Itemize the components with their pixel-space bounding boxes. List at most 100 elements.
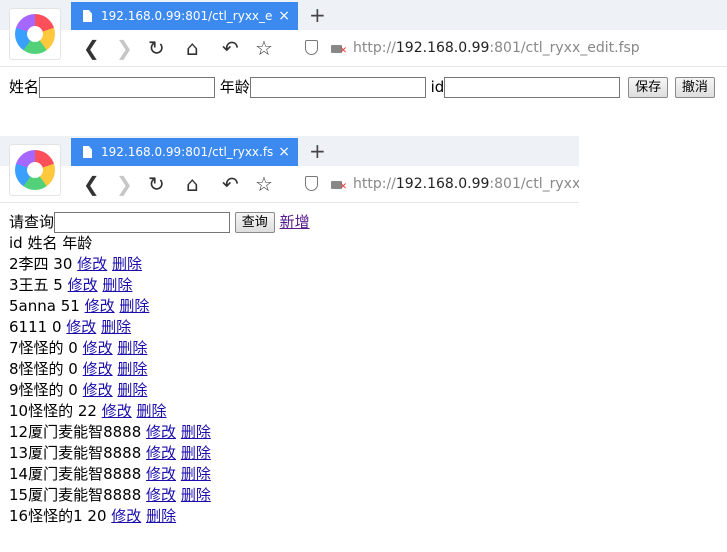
edit-form: 姓名 年龄 id 保存 撤消 <box>9 76 715 98</box>
reload-icon[interactable]: ↻ <box>148 36 165 60</box>
record-text: 14厦门麦能智8888 <box>9 465 147 483</box>
record-text: 6111 0 <box>9 318 67 336</box>
edit-link[interactable]: 修改 <box>146 465 176 483</box>
age-label: 年龄 <box>219 78 250 96</box>
edit-link[interactable]: 修改 <box>68 276 98 294</box>
record-text: 16怪怪的1 20 <box>9 507 112 525</box>
url-host: 192.168.0.99 <box>395 40 490 56</box>
record-text: 15厦门麦能智8888 <box>9 486 147 504</box>
delete-link[interactable]: 删除 <box>117 339 147 357</box>
record-text: 12厦门麦能智8888 <box>9 423 147 441</box>
shield-icon[interactable] <box>305 40 318 55</box>
star-icon[interactable]: ☆ <box>255 172 273 196</box>
search-input[interactable] <box>54 212 231 233</box>
record-text: 9怪怪的 0 <box>9 381 83 399</box>
address-bar[interactable]: http://192.168.0.99:801/ctl_ryxx.fsp <box>353 166 579 202</box>
delete-link[interactable]: 删除 <box>181 486 211 504</box>
tab-strip: 192.168.0.99:801/ctl_ryxx.fsp × + <box>0 136 579 166</box>
record-text: 5anna 51 <box>9 297 85 315</box>
insecure-lock-icon[interactable]: ✕ <box>331 177 347 192</box>
tab-active[interactable]: 192.168.0.99:801/ctl_ryxx_edit × <box>71 2 298 30</box>
record-text: 2李四 30 <box>9 255 78 273</box>
age-input[interactable] <box>249 77 426 98</box>
list-item: 7怪怪的 0 修改 删除 <box>9 338 310 359</box>
home-icon[interactable]: ⌂ <box>186 36 199 60</box>
url-scheme: http:// <box>353 176 396 192</box>
home-icon[interactable]: ⌂ <box>186 172 199 196</box>
url-path: :801/ctl_ryxx_edit.fsp <box>489 40 640 56</box>
edit-link[interactable]: 修改 <box>77 255 107 273</box>
save-button[interactable]: 保存 <box>628 77 669 98</box>
delete-link[interactable]: 删除 <box>101 318 131 336</box>
record-text: 10怪怪的 22 <box>9 402 102 420</box>
insecure-lock-icon[interactable]: ✕ <box>331 41 347 56</box>
close-tab-icon[interactable]: × <box>278 138 290 166</box>
address-bar[interactable]: http://192.168.0.99:801/ctl_ryxx_edit.fs… <box>353 30 723 66</box>
toolbar: ❮ ❯ ↻ ⌂ ↶ ☆ ✕ http://192.168.0.99:801/ct… <box>0 30 727 67</box>
star-icon[interactable]: ☆ <box>255 36 273 60</box>
url-path: :801/ctl_ryxx.fsp <box>489 176 579 192</box>
name-input[interactable] <box>39 77 216 98</box>
list-item: 8怪怪的 0 修改 删除 <box>9 359 310 380</box>
record-text: 13厦门麦能智8888 <box>9 444 147 462</box>
reload-icon[interactable]: ↻ <box>148 172 165 196</box>
edit-link[interactable]: 修改 <box>146 423 176 441</box>
document-icon <box>83 10 92 22</box>
list-item: 16怪怪的1 20 修改 删除 <box>9 506 310 527</box>
delete-link[interactable]: 删除 <box>102 276 132 294</box>
delete-link[interactable]: 删除 <box>181 465 211 483</box>
record-text: 7怪怪的 0 <box>9 339 83 357</box>
record-text: 8怪怪的 0 <box>9 360 83 378</box>
edit-link[interactable]: 修改 <box>83 381 113 399</box>
record-list: 2李四 30 修改 删除 3王五 5 修改 删除 5anna 51 修改 删除 611… <box>9 254 310 527</box>
edit-link[interactable]: 修改 <box>111 507 141 525</box>
delete-link[interactable]: 删除 <box>117 381 147 399</box>
edit-browser-window: 192.168.0.99:801/ctl_ryxx_edit × + ❮ ❯ ↻… <box>0 0 727 105</box>
delete-link[interactable]: 删除 <box>146 507 176 525</box>
list-item: 15厦门麦能智8888 修改 删除 <box>9 485 310 506</box>
shield-icon[interactable] <box>305 176 318 191</box>
cancel-button[interactable]: 撤消 <box>674 77 715 98</box>
list-item: 6111 0 修改 删除 <box>9 317 310 338</box>
list-item: 5anna 51 修改 删除 <box>9 296 310 317</box>
add-link[interactable]: 新增 <box>280 213 310 231</box>
id-label: id <box>430 78 445 96</box>
edit-link[interactable]: 修改 <box>146 444 176 462</box>
delete-link[interactable]: 删除 <box>117 360 147 378</box>
list-browser-window: 192.168.0.99:801/ctl_ryxx.fsp × + ❮ ❯ ↻ … <box>0 136 579 552</box>
edit-link[interactable]: 修改 <box>102 402 132 420</box>
search-button[interactable]: 查询 <box>234 212 275 233</box>
undo-icon[interactable]: ↶ <box>222 172 239 196</box>
tab-strip: 192.168.0.99:801/ctl_ryxx_edit × + <box>0 0 727 30</box>
undo-icon[interactable]: ↶ <box>222 36 239 60</box>
delete-link[interactable]: 删除 <box>181 444 211 462</box>
list-item: 14厦门麦能智8888 修改 删除 <box>9 464 310 485</box>
list-item: 13厦门麦能智8888 修改 删除 <box>9 443 310 464</box>
tab-active[interactable]: 192.168.0.99:801/ctl_ryxx.fsp × <box>71 138 298 166</box>
close-tab-icon[interactable]: × <box>278 2 290 30</box>
url-host: 192.168.0.99 <box>395 176 490 192</box>
document-icon <box>83 146 92 158</box>
back-arrow-icon[interactable]: ❮ <box>83 36 100 60</box>
new-tab-icon[interactable]: + <box>309 138 326 164</box>
forward-arrow-icon[interactable]: ❯ <box>116 36 133 60</box>
tab-title: 192.168.0.99:801/ctl_ryxx.fsp <box>101 145 273 159</box>
back-arrow-icon[interactable]: ❮ <box>83 172 100 196</box>
edit-link[interactable]: 修改 <box>146 486 176 504</box>
delete-link[interactable]: 删除 <box>137 402 167 420</box>
edit-link[interactable]: 修改 <box>83 339 113 357</box>
new-tab-icon[interactable]: + <box>309 2 326 28</box>
tab-title: 192.168.0.99:801/ctl_ryxx_edit <box>101 9 273 23</box>
edit-link[interactable]: 修改 <box>83 360 113 378</box>
search-label: 请查询 <box>9 213 55 231</box>
id-input[interactable] <box>444 77 621 98</box>
delete-link[interactable]: 删除 <box>112 255 142 273</box>
edit-link[interactable]: 修改 <box>66 318 96 336</box>
toolbar: ❮ ❯ ↻ ⌂ ↶ ☆ ✕ http://192.168.0.99:801/ct… <box>0 166 579 203</box>
list-item: 9怪怪的 0 修改 删除 <box>9 380 310 401</box>
edit-link[interactable]: 修改 <box>85 297 115 315</box>
delete-link[interactable]: 删除 <box>181 423 211 441</box>
delete-link[interactable]: 删除 <box>119 297 149 315</box>
list-item: 3王五 5 修改 删除 <box>9 275 310 296</box>
forward-arrow-icon[interactable]: ❯ <box>116 172 133 196</box>
